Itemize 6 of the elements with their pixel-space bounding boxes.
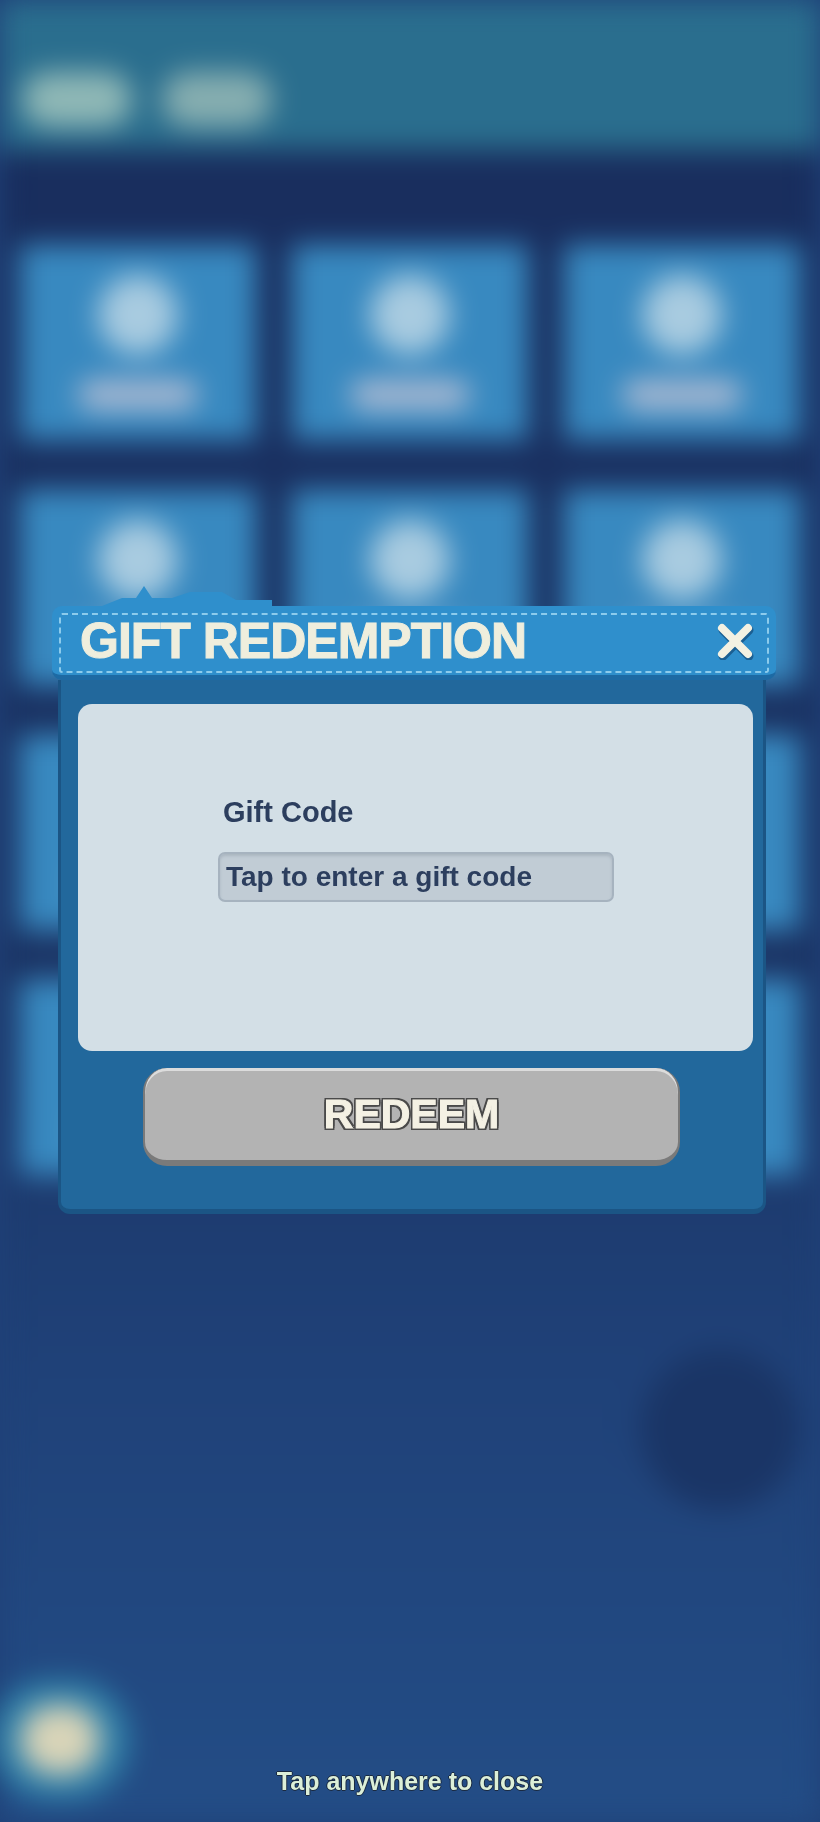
- close-button[interactable]: [716, 621, 754, 660]
- close-icon: [716, 621, 754, 660]
- dialog-title: GIFT REDEMPTION: [80, 615, 527, 666]
- field-label: Gift Code: [223, 798, 354, 827]
- gift-code-field[interactable]: Tap to enter a gift code: [218, 852, 614, 902]
- close-hint: Tap anywhere to close: [276, 1769, 544, 1794]
